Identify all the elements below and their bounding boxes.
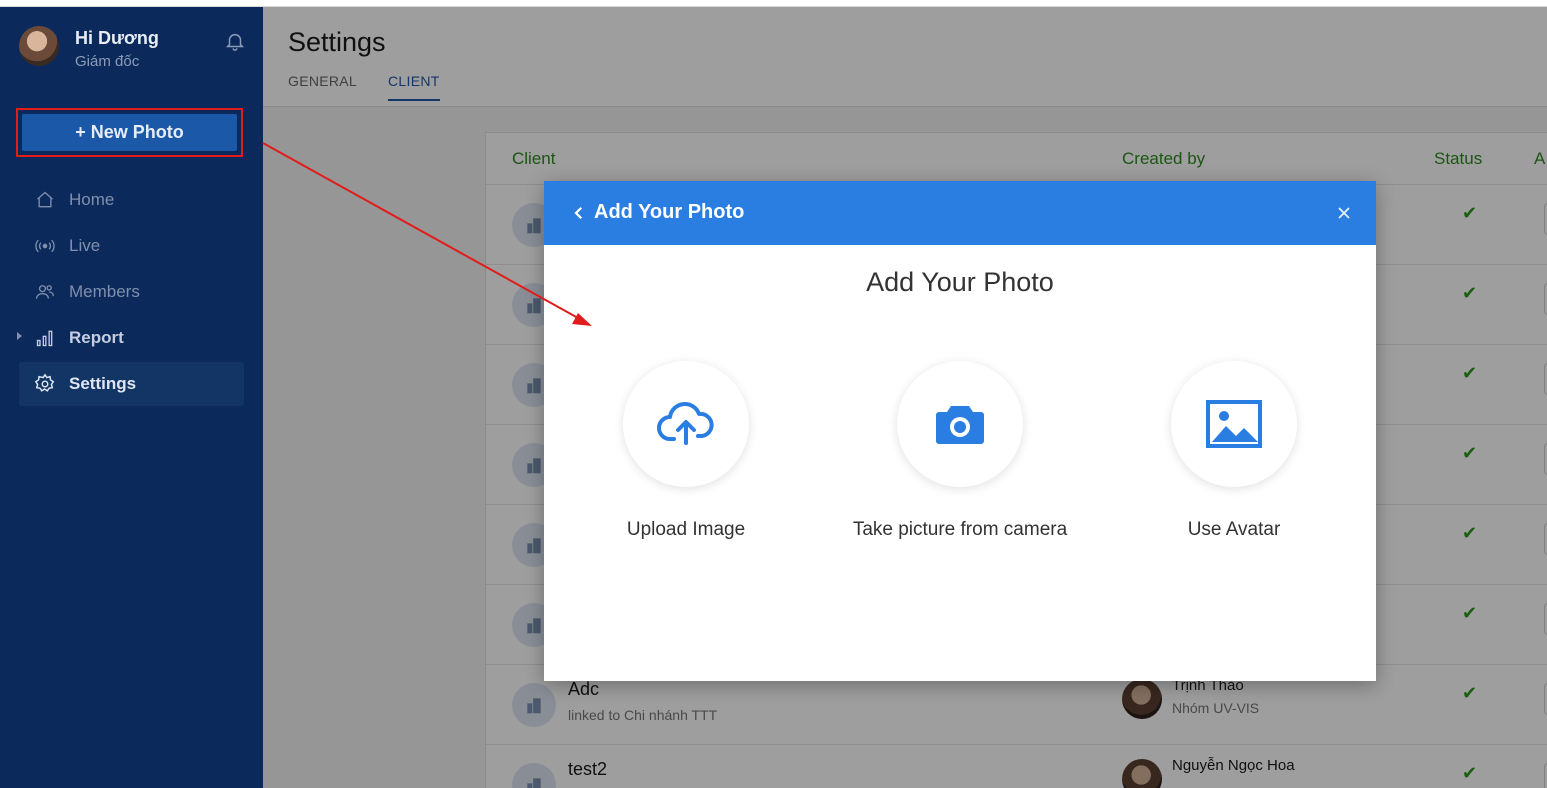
upload-image-button[interactable] bbox=[623, 361, 749, 487]
camera-icon bbox=[936, 406, 984, 444]
use-avatar-option[interactable]: Use Avatar bbox=[1104, 361, 1364, 551]
sidebar-item-label: Report bbox=[69, 328, 124, 347]
camera-button[interactable] bbox=[897, 361, 1023, 487]
sidebar-item-label: Live bbox=[69, 236, 101, 255]
members-icon bbox=[34, 281, 56, 303]
upload-image-option[interactable]: Upload Image bbox=[556, 361, 816, 551]
sidebar-item-home[interactable]: Home bbox=[19, 178, 244, 222]
gear-icon bbox=[34, 373, 56, 395]
use-avatar-label: Use Avatar bbox=[1187, 519, 1281, 540]
cloud-upload-icon bbox=[657, 402, 714, 445]
sidebar-item-label: Settings bbox=[69, 374, 137, 393]
camera-label: Take picture from camera bbox=[852, 519, 1068, 540]
sidebar-item-label: Members bbox=[69, 282, 140, 301]
user-profile[interactable]: Hi Dương Giám đốc bbox=[19, 26, 249, 76]
add-photo-modal: Add Your Photo Add Your Photo Upload Ima… bbox=[544, 181, 1376, 681]
caret-right-icon bbox=[17, 332, 22, 340]
sidebar-item-members[interactable]: Members bbox=[19, 270, 244, 314]
close-icon[interactable] bbox=[1334, 203, 1354, 223]
chevron-left-icon[interactable] bbox=[570, 203, 588, 223]
new-photo-button[interactable]: + New Photo bbox=[22, 114, 237, 151]
browser-top-strip bbox=[0, 0, 1547, 7]
sidebar-item-label: Home bbox=[69, 190, 115, 209]
sidebar-item-report[interactable]: Report bbox=[17, 316, 244, 360]
broadcast-icon bbox=[34, 235, 56, 257]
new-photo-highlight: + New Photo bbox=[16, 108, 243, 157]
sidebar-nav: Home Live Members Report Settings bbox=[17, 178, 244, 408]
image-icon bbox=[1206, 400, 1262, 448]
user-name: Hi Dương bbox=[75, 28, 159, 48]
sidebar-item-settings[interactable]: Settings bbox=[19, 362, 244, 406]
home-icon bbox=[34, 189, 56, 211]
user-role: Giám đốc bbox=[75, 53, 140, 70]
modal-header-title: Add Your Photo bbox=[594, 201, 745, 223]
modal-heading: Add Your Photo bbox=[866, 267, 1054, 297]
upload-image-label: Upload Image bbox=[626, 519, 746, 540]
sidebar: Hi Dương Giám đốc + New Photo Home Live … bbox=[0, 7, 263, 788]
bar-chart-icon bbox=[34, 327, 56, 349]
use-avatar-button[interactable] bbox=[1171, 361, 1297, 487]
camera-option[interactable]: Take picture from camera bbox=[830, 361, 1090, 551]
bell-icon[interactable] bbox=[224, 30, 246, 52]
modal-header: Add Your Photo bbox=[544, 181, 1376, 245]
avatar[interactable] bbox=[19, 26, 59, 66]
sidebar-item-live[interactable]: Live bbox=[19, 224, 244, 268]
